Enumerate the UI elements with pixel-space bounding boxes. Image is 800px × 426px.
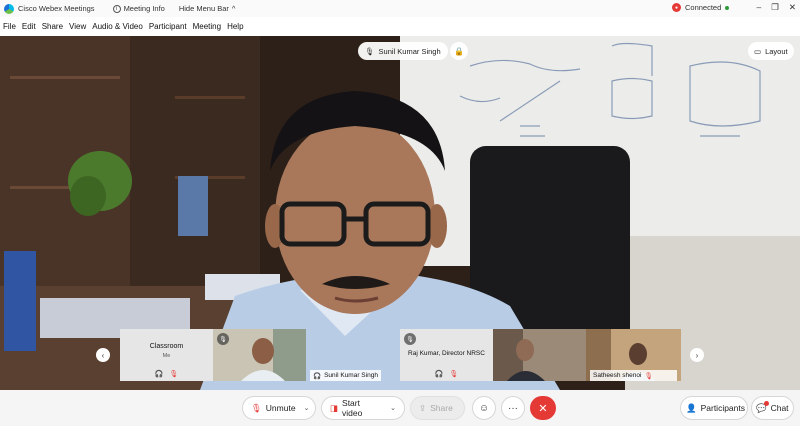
chevron-down-icon[interactable]: ⌄	[304, 404, 310, 412]
hide-menu-bar-label: Hide Menu Bar	[178, 4, 229, 13]
unmute-label: Unmute	[265, 403, 296, 413]
tile-status-icons: 🎧 🎙	[120, 370, 213, 378]
participant-name-pill: Satheesh shenoi 🎙	[590, 370, 677, 381]
hide-menu-bar-button[interactable]: Hide Menu Bar ^	[179, 4, 236, 13]
share-label: Share	[430, 403, 453, 413]
connection-label: Connected	[685, 3, 722, 12]
info-icon: i	[112, 4, 121, 13]
menu-file[interactable]: File	[3, 22, 16, 31]
close-window-button[interactable]: ✕	[789, 2, 796, 13]
filmstrip-prev-button[interactable]: ‹	[96, 348, 110, 362]
lock-video-button[interactable]: 🔒	[450, 42, 468, 60]
chat-icon: 💬	[756, 400, 769, 413]
active-speaker-label: 🎙 Sunil Kumar Singh	[358, 42, 448, 60]
menu-participant[interactable]: Participant	[149, 22, 187, 31]
layout-label: Layout	[765, 46, 788, 56]
menu-audio-video[interactable]: Audio & Video	[92, 22, 143, 31]
meeting-info-label: Meeting Info	[123, 4, 165, 13]
lock-icon: 🔒	[454, 46, 464, 56]
meeting-info-button[interactable]: i Meeting Info	[112, 4, 165, 13]
tile-status-icons: 🎧 🎙	[400, 370, 493, 378]
participant-tile-sunil[interactable]: 🎧 Sunil Kumar Singh	[306, 329, 399, 381]
chevron-right-icon: ›	[695, 350, 699, 360]
participant-name: Classroom	[149, 343, 184, 350]
participant-name-pill: 🎧 Sunil Kumar Singh	[310, 370, 381, 381]
chevron-up-icon: ^	[231, 4, 236, 13]
participant-name: Sunil Kumar Singh	[324, 372, 378, 379]
muted-mic-icon: 🎙	[449, 371, 459, 378]
menu-share[interactable]: Share	[42, 22, 63, 31]
start-video-label: Start video	[342, 398, 363, 418]
microphone-icon: 🎙	[365, 46, 375, 56]
chat-label: Chat	[770, 403, 789, 413]
menu-bar: File Edit Share View Audio & Video Parti…	[0, 17, 800, 36]
menu-view[interactable]: View	[69, 22, 86, 31]
filmstrip-next-button[interactable]: ›	[690, 348, 704, 362]
reactions-button[interactable]: ☺	[472, 396, 496, 420]
chevron-down-icon[interactable]: ⌄	[390, 404, 396, 412]
leave-meeting-button[interactable]: ✕	[530, 396, 556, 420]
layout-icon: ▭	[754, 46, 762, 56]
close-icon: ✕	[538, 402, 548, 415]
webex-logo-icon	[4, 3, 14, 14]
app-title: Cisco Webex Meetings	[18, 4, 95, 13]
participant-video-2	[493, 329, 586, 381]
smiley-icon: ☺	[478, 402, 490, 414]
participant-tile-video-2[interactable]	[493, 329, 586, 381]
audio-status-icon: 🎧	[154, 371, 164, 378]
audio-status-icon: 🎧	[434, 371, 444, 378]
participant-tile-raj[interactable]: 🎙 Raj Kumar, Director NRSC 🎧 🎙	[400, 329, 493, 381]
chat-button[interactable]: 💬 Chat	[751, 396, 794, 420]
video-off-icon: ◨	[330, 402, 339, 413]
muted-mic-icon: 🎙	[251, 402, 262, 413]
layout-button[interactable]: ▭ Layout	[748, 42, 794, 60]
start-video-button[interactable]: ◨ Start video ⌄	[321, 396, 405, 420]
participant-subtitle: Me	[162, 353, 171, 359]
participants-label: Participants	[700, 403, 746, 413]
more-icon: ···	[508, 402, 518, 414]
participant-name: Raj Kumar, Director NRSC	[408, 350, 485, 357]
participant-tile-video-1[interactable]: 🎙	[213, 329, 306, 381]
recording-icon: ●	[672, 3, 681, 12]
more-options-button[interactable]: ···	[501, 396, 525, 420]
muted-mic-icon: 🎙	[644, 372, 653, 380]
active-speaker-video[interactable]: 🎙 Sunil Kumar Singh 🔒 ▭ Layout ‹ › Class…	[0, 36, 800, 390]
active-speaker-name: Sunil Kumar Singh	[378, 46, 441, 56]
participant-name: Satheesh shenoi	[593, 372, 642, 379]
participant-tile-satheesh[interactable]: Satheesh shenoi 🎙	[586, 329, 681, 381]
chevron-left-icon: ‹	[101, 350, 105, 360]
mic-icon: 🎙	[404, 333, 416, 345]
menu-meeting[interactable]: Meeting	[193, 22, 221, 31]
participants-button[interactable]: 👤 Participants	[680, 396, 748, 420]
connected-indicator-icon	[725, 5, 730, 10]
meeting-controls-bar: 🎙 Unmute ⌄ ◨ Start video ⌄ ⇪ Share ☺ ···…	[0, 390, 800, 426]
share-icon: ⇪	[419, 402, 427, 413]
minimize-button[interactable]: –	[757, 2, 762, 13]
muted-mic-icon: 🎙	[169, 371, 179, 378]
chat-notification-dot	[763, 400, 769, 406]
participants-icon: 👤	[686, 402, 697, 413]
unmute-button[interactable]: 🎙 Unmute ⌄	[242, 396, 316, 420]
menu-help[interactable]: Help	[227, 22, 243, 31]
headset-icon: 🎧	[313, 372, 322, 380]
participant-tile-self[interactable]: Classroom Me 🎧 🎙	[120, 329, 213, 381]
menu-edit[interactable]: Edit	[22, 22, 36, 31]
connection-status[interactable]: ● Connected	[672, 3, 730, 12]
window-controls: – ❐ ✕	[757, 2, 796, 13]
mic-icon: 🎙	[217, 333, 229, 345]
share-button[interactable]: ⇪ Share	[410, 396, 465, 420]
title-bar: Cisco Webex Meetings i Meeting Info Hide…	[0, 0, 800, 17]
restore-button[interactable]: ❐	[771, 2, 779, 13]
